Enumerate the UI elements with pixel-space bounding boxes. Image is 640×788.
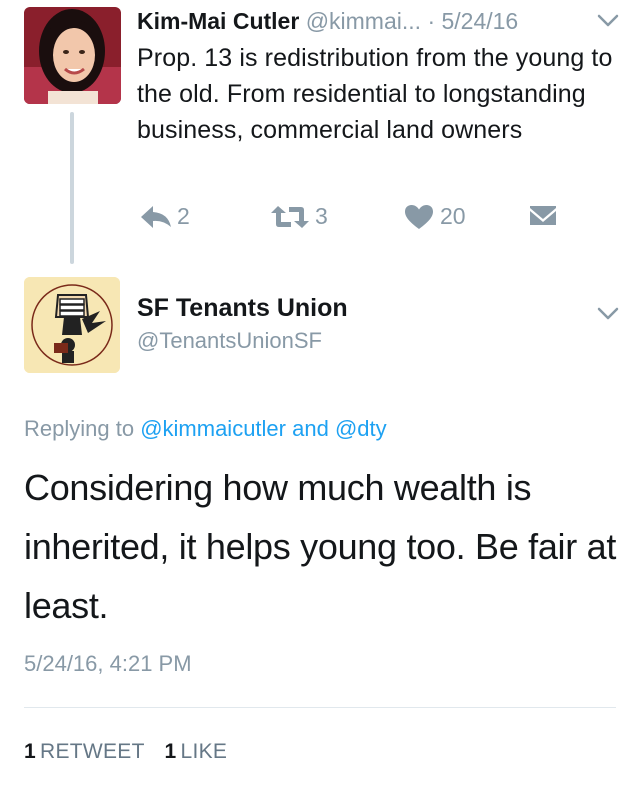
replying-to-and[interactable]: and (292, 416, 329, 441)
direct-message-icon (528, 203, 558, 227)
heart-icon (404, 204, 434, 230)
reply-author-handle[interactable]: @TenantsUnionSF (137, 328, 322, 354)
reply-author-name[interactable]: SF Tenants Union (137, 294, 348, 323)
replying-to-user-link[interactable]: @kimmaicutler (140, 416, 286, 441)
parent-date[interactable]: · 5/24/16 (427, 8, 518, 34)
direct-message-action[interactable] (528, 203, 558, 227)
retweet-label: RETWEET (39, 740, 145, 763)
avatar-photo (24, 7, 121, 104)
replying-to-line: Replying to @kimmaicutler and @dty (24, 416, 387, 442)
likes-stat[interactable]: 1 LIKE (165, 740, 228, 763)
reply-tweet-text: Considering how much wealth is inherited… (24, 467, 617, 626)
reply-count: 2 (177, 203, 190, 229)
reply-action[interactable]: 2 (139, 203, 190, 230)
parent-header: Kim-Mai Cutler @kimmai... · 5/24/16 (137, 4, 518, 38)
chevron-down-icon[interactable] (596, 304, 620, 324)
replying-to-user-link[interactable]: @dty (335, 416, 387, 441)
like-action[interactable]: 20 (404, 203, 466, 230)
reply-stats: 1 RETWEET 1 LIKE (24, 740, 227, 764)
retweet-icon (269, 204, 311, 230)
reply-timestamp[interactable]: 5/24/16, 4:21 PM (24, 651, 192, 677)
chevron-down-icon[interactable] (596, 11, 620, 31)
replying-to-prefix: Replying to (24, 416, 135, 441)
thread-line (70, 112, 74, 264)
retweet-count: 3 (315, 203, 328, 229)
retweet-total: 1 (24, 740, 36, 763)
like-label: LIKE (180, 740, 228, 763)
divider (24, 707, 616, 708)
reply-icon (139, 204, 173, 230)
tenants-union-logo (24, 277, 120, 373)
tenants-union-avatar[interactable] (24, 277, 120, 373)
retweets-stat[interactable]: 1 RETWEET (24, 740, 144, 763)
like-total: 1 (164, 740, 177, 763)
like-count: 20 (440, 203, 466, 229)
parent-author-handle[interactable]: @kimmai... (306, 8, 421, 34)
retweet-action[interactable]: 3 (269, 203, 328, 230)
parent-tweet-text: Prop. 13 is redistribution from the youn… (137, 44, 613, 144)
parent-avatar[interactable] (24, 7, 121, 104)
parent-author-name[interactable]: Kim-Mai Cutler (137, 8, 299, 34)
